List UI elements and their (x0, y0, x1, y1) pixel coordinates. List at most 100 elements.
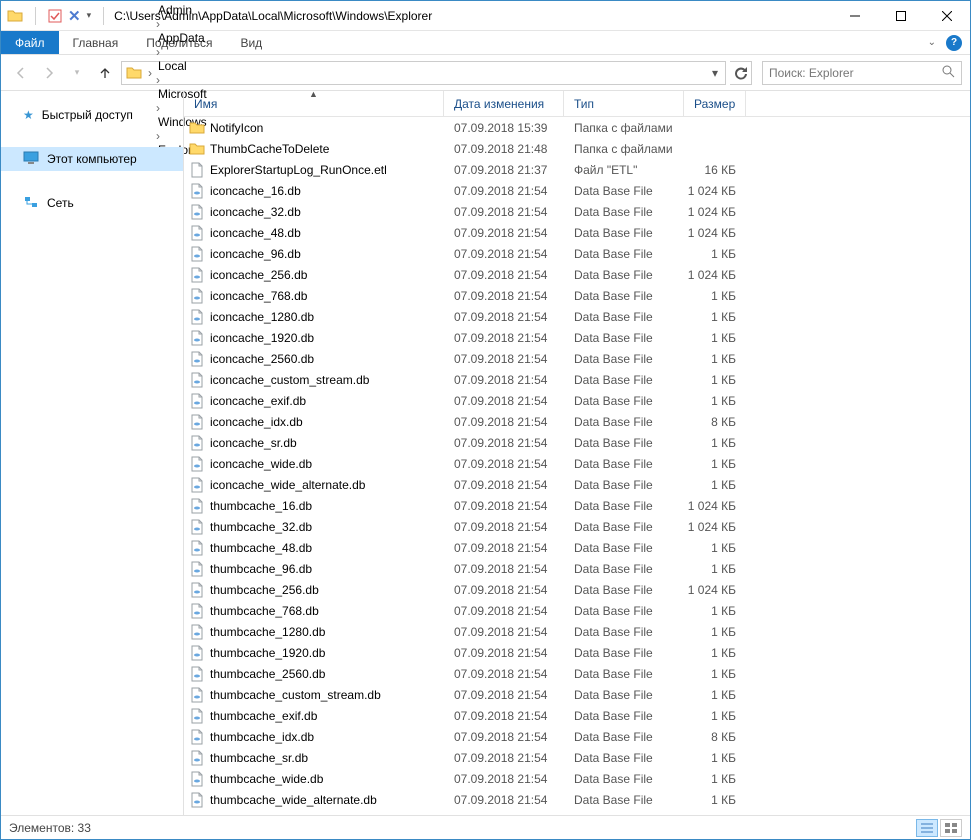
col-size[interactable]: Размер (684, 91, 746, 116)
file-name: thumbcache_sr.db (210, 751, 444, 765)
help-icon[interactable]: ? (946, 35, 962, 51)
list-item[interactable]: thumbcache_96.db07.09.2018 21:54Data Bas… (184, 558, 970, 579)
file-icon (184, 771, 210, 787)
qat-dropdown-icon[interactable]: ▾ (87, 10, 92, 21)
list-item[interactable]: ExplorerStartupLog_RunOnce.etl07.09.2018… (184, 159, 970, 180)
file-name: iconcache_idx.db (210, 415, 444, 429)
file-type: Data Base File (564, 457, 684, 471)
back-button[interactable] (9, 61, 33, 85)
breadcrumb[interactable]: Local (154, 59, 240, 73)
tab-file[interactable]: Файл (1, 31, 59, 54)
search-input[interactable]: Поиск: Explorer (762, 61, 962, 85)
list-item[interactable]: thumbcache_768.db07.09.2018 21:54Data Ba… (184, 600, 970, 621)
close-button[interactable] (924, 1, 970, 31)
sidebar-item-pc[interactable]: Этот компьютер (1, 147, 183, 171)
file-type: Папка с файлами (564, 121, 684, 135)
file-size: 1 КБ (684, 604, 746, 618)
chevron-right-icon[interactable]: › (154, 45, 162, 59)
file-date: 07.09.2018 21:54 (444, 688, 564, 702)
list-item[interactable]: thumbcache_32.db07.09.2018 21:54Data Bas… (184, 516, 970, 537)
maximize-button[interactable] (878, 1, 924, 31)
file-name: thumbcache_16.db (210, 499, 444, 513)
list-item[interactable]: thumbcache_idx.db07.09.2018 21:54Data Ba… (184, 726, 970, 747)
file-name: iconcache_256.db (210, 268, 444, 282)
list-item[interactable]: thumbcache_exif.db07.09.2018 21:54Data B… (184, 705, 970, 726)
list-item[interactable]: iconcache_96.db07.09.2018 21:54Data Base… (184, 243, 970, 264)
list-item[interactable]: iconcache_idx.db07.09.2018 21:54Data Bas… (184, 411, 970, 432)
list-item[interactable]: thumbcache_1920.db07.09.2018 21:54Data B… (184, 642, 970, 663)
list-item[interactable]: thumbcache_wide.db07.09.2018 21:54Data B… (184, 768, 970, 789)
file-icon (184, 624, 210, 640)
file-date: 07.09.2018 21:54 (444, 457, 564, 471)
list-item[interactable]: thumbcache_wide_alternate.db07.09.2018 2… (184, 789, 970, 810)
list-item[interactable]: iconcache_sr.db07.09.2018 21:54Data Base… (184, 432, 970, 453)
up-button[interactable] (93, 61, 117, 85)
list-item[interactable]: iconcache_16.db07.09.2018 21:54Data Base… (184, 180, 970, 201)
list-item[interactable]: iconcache_custom_stream.db07.09.2018 21:… (184, 369, 970, 390)
refresh-button[interactable] (730, 61, 752, 85)
file-name: iconcache_custom_stream.db (210, 373, 444, 387)
list-item[interactable]: ThumbCacheToDelete07.09.2018 21:48Папка … (184, 138, 970, 159)
chevron-right-icon[interactable]: › (154, 73, 162, 87)
file-size: 1 КБ (684, 373, 746, 387)
file-size: 1 КБ (684, 436, 746, 450)
list-item[interactable]: iconcache_wide.db07.09.2018 21:54Data Ba… (184, 453, 970, 474)
list-item[interactable]: iconcache_exif.db07.09.2018 21:54Data Ba… (184, 390, 970, 411)
breadcrumb[interactable]: AppData (154, 31, 240, 45)
rows-container[interactable]: NotifyIcon07.09.2018 15:39Папка с файлам… (184, 117, 970, 815)
list-item[interactable]: thumbcache_1280.db07.09.2018 21:54Data B… (184, 621, 970, 642)
list-item[interactable]: iconcache_32.db07.09.2018 21:54Data Base… (184, 201, 970, 222)
file-name: iconcache_exif.db (210, 394, 444, 408)
list-item[interactable]: iconcache_768.db07.09.2018 21:54Data Bas… (184, 285, 970, 306)
address-bar[interactable]: › Пользователи›Admin›AppData›Local›Micro… (121, 61, 726, 85)
properties-checkbox-icon[interactable] (48, 9, 62, 23)
list-item[interactable]: iconcache_1280.db07.09.2018 21:54Data Ba… (184, 306, 970, 327)
file-icon (184, 687, 210, 703)
file-name: iconcache_768.db (210, 289, 444, 303)
list-item[interactable]: thumbcache_2560.db07.09.2018 21:54Data B… (184, 663, 970, 684)
file-size: 1 КБ (684, 352, 746, 366)
file-type: Data Base File (564, 436, 684, 450)
details-view-button[interactable] (916, 819, 938, 837)
address-dropdown-icon[interactable]: ▾ (705, 66, 725, 80)
list-item[interactable]: thumbcache_16.db07.09.2018 21:54Data Bas… (184, 495, 970, 516)
list-item[interactable]: iconcache_48.db07.09.2018 21:54Data Base… (184, 222, 970, 243)
col-name[interactable]: Имя▲ (184, 91, 444, 116)
list-item[interactable]: iconcache_256.db07.09.2018 21:54Data Bas… (184, 264, 970, 285)
list-item[interactable]: iconcache_wide_alternate.db07.09.2018 21… (184, 474, 970, 495)
expand-ribbon-icon[interactable]: ⌄ (928, 37, 936, 48)
col-date[interactable]: Дата изменения (444, 91, 564, 116)
list-item[interactable]: thumbcache_custom_stream.db07.09.2018 21… (184, 684, 970, 705)
recent-dropdown[interactable]: ▾ (65, 61, 89, 85)
list-item[interactable]: NotifyIcon07.09.2018 15:39Папка с файлам… (184, 117, 970, 138)
icons-view-button[interactable] (940, 819, 962, 837)
divider (35, 7, 36, 25)
file-name: ThumbCacheToDelete (210, 142, 444, 156)
file-type: Data Base File (564, 415, 684, 429)
file-type: Data Base File (564, 583, 684, 597)
minimize-button[interactable] (832, 1, 878, 31)
search-icon[interactable] (941, 64, 955, 81)
delete-icon[interactable]: ✕ (68, 7, 81, 25)
forward-button[interactable] (37, 61, 61, 85)
list-item[interactable]: iconcache_1920.db07.09.2018 21:54Data Ba… (184, 327, 970, 348)
tab-home[interactable]: Главная (59, 31, 133, 54)
file-date: 07.09.2018 21:54 (444, 394, 564, 408)
list-item[interactable]: thumbcache_48.db07.09.2018 21:54Data Bas… (184, 537, 970, 558)
list-item[interactable]: thumbcache_256.db07.09.2018 21:54Data Ba… (184, 579, 970, 600)
breadcrumb[interactable]: Admin (154, 3, 240, 17)
col-type[interactable]: Тип (564, 91, 684, 116)
sidebar-item-network[interactable]: Сеть (1, 191, 183, 215)
file-icon (184, 750, 210, 766)
file-date: 07.09.2018 21:54 (444, 478, 564, 492)
column-headers: Имя▲ Дата изменения Тип Размер (184, 91, 970, 117)
list-item[interactable]: thumbcache_sr.db07.09.2018 21:54Data Bas… (184, 747, 970, 768)
list-item[interactable]: iconcache_2560.db07.09.2018 21:54Data Ba… (184, 348, 970, 369)
body: ★ Быстрый доступ Этот компьютер Сеть Имя… (1, 91, 970, 815)
file-size: 8 КБ (684, 730, 746, 744)
sidebar-item-quick[interactable]: ★ Быстрый доступ (1, 103, 183, 127)
file-date: 07.09.2018 21:54 (444, 646, 564, 660)
file-size: 1 024 КБ (684, 268, 746, 282)
chevron-right-icon[interactable]: › (146, 66, 154, 80)
chevron-right-icon[interactable]: › (154, 17, 162, 31)
